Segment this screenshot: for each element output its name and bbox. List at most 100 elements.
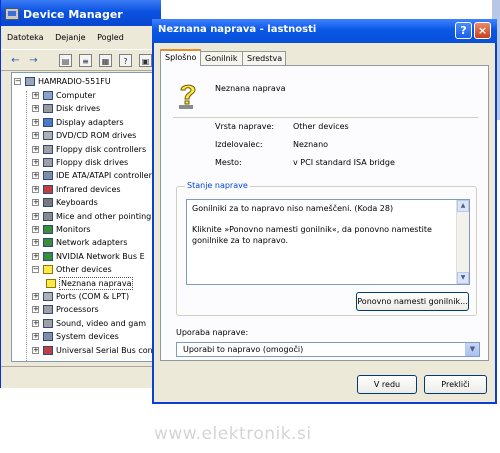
expand-icon[interactable]: +: [32, 118, 39, 126]
device-class-icon: [43, 318, 53, 328]
device-status-group: Stanje naprave Gonilniki za to napravo n…: [176, 181, 477, 316]
device-type-label: Vrsta naprave:: [215, 122, 275, 131]
expand-icon[interactable]: +: [32, 252, 39, 260]
dialog-titlebar[interactable]: Neznana naprava - lastnosti ? ×: [152, 19, 497, 43]
tree-connector-line: [26, 91, 27, 361]
device-manager-statusbar: [1, 366, 161, 388]
tree-item-label: DVD/CD ROM drives: [56, 131, 137, 141]
scroll-down-icon[interactable]: ▼: [457, 272, 469, 284]
device-class-icon: [43, 104, 53, 114]
tree-item-label: Disk drives: [56, 104, 101, 114]
back-arrow-icon[interactable]: ←: [9, 54, 22, 67]
device-class-icon: [43, 251, 53, 261]
device-status-textbox[interactable]: Gonilniki za to napravo niso nameščeni. …: [186, 199, 470, 285]
reinstall-driver-button[interactable]: Ponovno namesti gonilnik...: [356, 292, 469, 311]
expand-icon[interactable]: +: [32, 132, 39, 140]
expand-icon[interactable]: +: [32, 105, 39, 113]
menu-view[interactable]: Pogled: [97, 29, 124, 47]
device-class-icon: [43, 171, 53, 181]
device-class-icon: [43, 184, 53, 194]
collapse-icon[interactable]: −: [14, 78, 21, 85]
help-toolbar-icon[interactable]: ?: [119, 54, 132, 67]
tab-driver[interactable]: Gonilnik: [200, 51, 243, 65]
tree-item-label: Monitors: [56, 225, 91, 234]
expand-icon[interactable]: +: [32, 226, 39, 233]
expand-icon[interactable]: +: [32, 145, 39, 153]
device-class-icon: [43, 91, 53, 100]
expand-icon[interactable]: +: [32, 199, 39, 207]
tree-item-label: Processors: [56, 305, 99, 315]
device-manager-toolbar: ← → ▤ ≡ ▦ ? ▣: [1, 49, 161, 71]
tree-item-label: NVIDIA Network Bus E: [56, 251, 145, 261]
expand-icon[interactable]: +: [32, 306, 39, 314]
device-class-icon: [43, 158, 53, 167]
tree-item-label: Universal Serial Bus con: [56, 345, 153, 355]
device-class-icon: [43, 117, 53, 127]
device-manager-titlebar[interactable]: Device Manager: [1, 0, 161, 26]
device-class-icon: [43, 198, 53, 208]
tab-general[interactable]: Splošno: [160, 49, 201, 66]
tree-item-label: System devices: [56, 332, 119, 342]
expand-icon[interactable]: +: [32, 319, 39, 327]
expand-icon[interactable]: +: [32, 293, 39, 300]
expand-icon[interactable]: +: [32, 212, 39, 220]
expand-icon[interactable]: +: [32, 333, 39, 341]
ok-button[interactable]: V redu: [357, 375, 417, 394]
device-class-icon: [43, 225, 53, 234]
device-tree: − HAMRADIO-551FU + Computer + Disk drives + D…: [11, 72, 161, 362]
help-button[interactable]: ?: [455, 22, 472, 39]
tree-item-label: Infrared devices: [56, 184, 121, 194]
device-class-icon: [43, 144, 53, 154]
warning-question-icon: [46, 278, 56, 288]
device-usage-label: Uporaba naprave:: [176, 328, 249, 337]
tree-item-label: Floppy disk controllers: [56, 144, 147, 154]
manufacturer-label: Izdelovalec:: [215, 140, 263, 149]
device-manager-title: Device Manager: [23, 8, 123, 21]
device-class-icon: [43, 345, 53, 355]
properties-view-icon[interactable]: ▤: [59, 54, 72, 67]
warning-question-icon: [43, 265, 53, 275]
tree-item-label: Sound, video and gam: [56, 318, 147, 328]
forward-arrow-icon[interactable]: →: [27, 54, 40, 67]
manufacturer-value: Neznano: [293, 140, 329, 149]
close-button[interactable]: ×: [474, 22, 491, 39]
expand-icon[interactable]: +: [32, 159, 39, 166]
tab-resources[interactable]: Sredstva: [242, 51, 286, 65]
device-class-icon: [43, 211, 53, 221]
expand-icon[interactable]: +: [32, 172, 39, 180]
collapse-icon[interactable]: −: [32, 266, 39, 274]
expand-icon[interactable]: +: [32, 92, 39, 99]
tree-item-unknown-device-label: Neznana naprava: [59, 276, 134, 290]
status-line-3: gonilnike za to napravo.: [192, 236, 289, 245]
location-label: Mesto:: [215, 158, 242, 167]
device-class-icon: [43, 131, 53, 141]
tree-item-label: Display adapters: [56, 117, 124, 127]
tree-item-label: Computer: [56, 91, 96, 100]
unknown-device-question-icon: [179, 84, 196, 109]
status-scrollbar[interactable]: ▲ ▼: [456, 200, 469, 284]
scan-hardware-icon[interactable]: ▣: [139, 54, 152, 67]
chevron-down-icon[interactable]: ▼: [465, 343, 479, 356]
expand-icon[interactable]: +: [32, 185, 39, 193]
device-type-value: Other devices: [293, 122, 349, 131]
expand-icon[interactable]: +: [32, 239, 39, 247]
device-manager-menubar: Datoteka Dejanje Pogled: [1, 29, 161, 47]
dialog-title: Neznana naprava - lastnosti: [158, 24, 317, 35]
device-class-icon: [43, 305, 53, 315]
location-value: v PCI standard ISA bridge: [293, 158, 395, 167]
menu-file[interactable]: Datoteka: [7, 29, 44, 47]
tree-item-label: IDE ATA/ATAPI controllers: [56, 171, 157, 181]
status-line-2: Kliknite »Ponovno namesti gonilnik«, da …: [192, 225, 432, 234]
tree-item-label: Network adapters: [56, 238, 128, 248]
tree-item-label: Ports (COM & LPT): [56, 292, 130, 301]
scroll-up-icon[interactable]: ▲: [457, 200, 469, 212]
status-line-1: Gonilniki za to napravo niso nameščeni. …: [192, 204, 394, 213]
expand-icon[interactable]: +: [32, 346, 39, 354]
device-manager-icon: [5, 8, 19, 20]
device-usage-select[interactable]: Uporabi to napravo (omogoči) ▼: [176, 342, 480, 357]
cancel-button[interactable]: Prekliči: [424, 375, 487, 394]
tree-item-label: Floppy disk drives: [56, 158, 129, 167]
list-view-icon[interactable]: ≡: [79, 54, 92, 67]
menu-action[interactable]: Dejanje: [55, 29, 85, 47]
details-view-icon[interactable]: ▦: [99, 54, 112, 67]
